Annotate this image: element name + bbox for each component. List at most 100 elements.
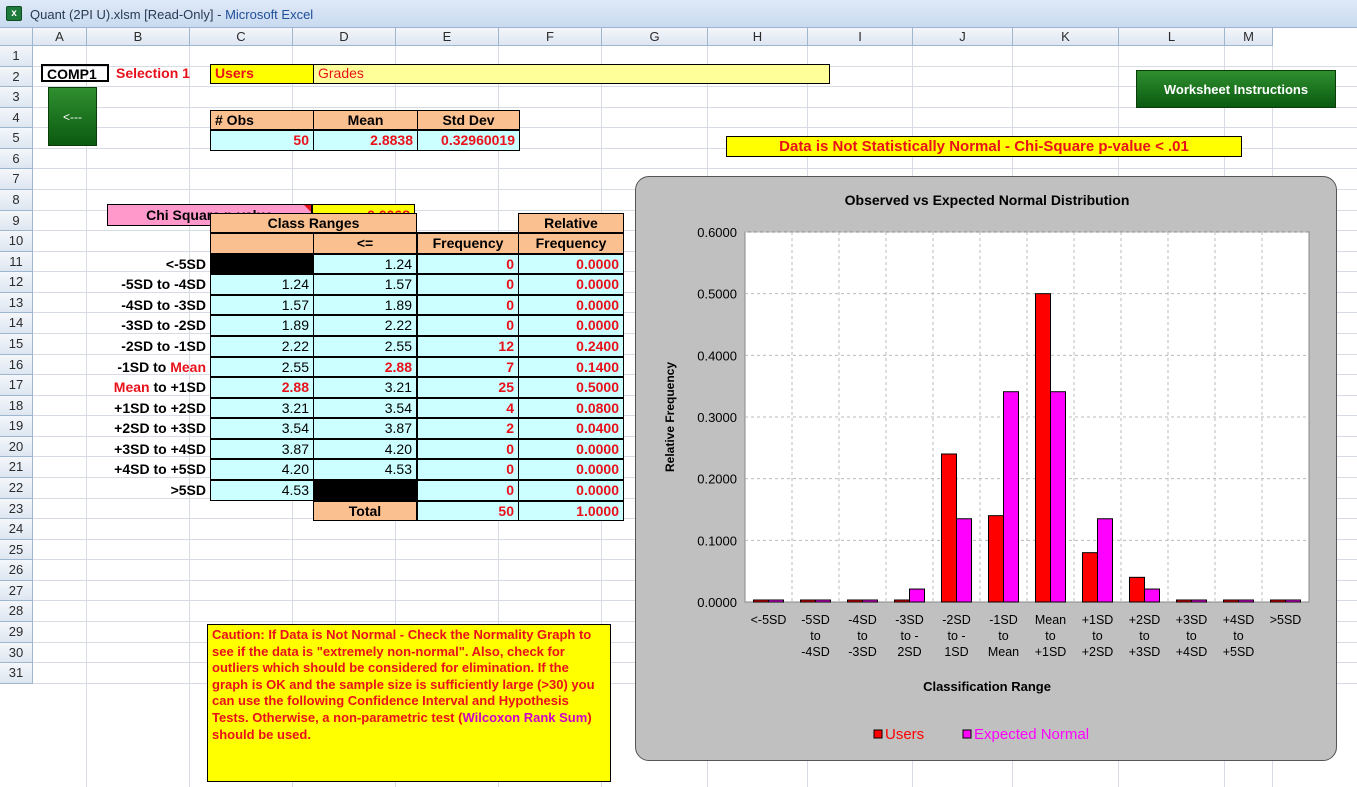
row-header[interactable]: 2 [0, 66, 33, 88]
chart-area[interactable]: Observed vs Expected Normal Distribution… [635, 176, 1337, 761]
lower-bound[interactable]: 3.21 [210, 397, 314, 419]
upper-bound[interactable] [313, 479, 417, 501]
row-header[interactable]: 22 [0, 477, 33, 499]
frequency-value[interactable]: 7 [417, 356, 519, 378]
row-header[interactable]: 17 [0, 375, 33, 396]
row-header[interactable]: 4 [0, 107, 33, 129]
row-header[interactable]: 21 [0, 457, 33, 478]
frequency-value[interactable]: 0 [417, 253, 519, 275]
selection-cell[interactable]: Selection 1 [112, 65, 212, 82]
lower-bound[interactable] [210, 253, 314, 275]
relative-frequency-value[interactable]: 0.0000 [518, 253, 624, 275]
relative-frequency-value[interactable]: 0.0000 [518, 459, 624, 480]
row-header[interactable]: 14 [0, 313, 33, 334]
upper-bound[interactable]: 4.20 [313, 438, 417, 460]
worksheet-instructions-button[interactable]: Worksheet Instructions [1136, 70, 1336, 108]
relative-frequency-value[interactable]: 0.0400 [518, 418, 624, 439]
lower-bound[interactable]: 1.89 [210, 315, 314, 336]
upper-bound[interactable]: 3.21 [313, 377, 417, 398]
grades-cell[interactable]: Grades [313, 64, 830, 84]
row-header[interactable]: 15 [0, 333, 33, 355]
mean-value[interactable]: 2.8838 [313, 130, 418, 151]
column-header[interactable]: B [87, 28, 190, 46]
upper-bound[interactable]: 2.55 [313, 335, 417, 357]
lower-bound[interactable]: 2.55 [210, 356, 314, 378]
column-header[interactable]: M [1225, 28, 1273, 46]
row-header[interactable]: 3 [0, 87, 33, 108]
relative-frequency-value[interactable]: 0.0800 [518, 397, 624, 419]
std-value[interactable]: 0.32960019 [417, 130, 520, 151]
column-header[interactable]: K [1013, 28, 1119, 46]
frequency-value[interactable]: 4 [417, 397, 519, 419]
upper-bound[interactable]: 3.87 [313, 418, 417, 439]
row-header[interactable]: 31 [0, 663, 33, 684]
upper-bound[interactable]: 1.24 [313, 253, 417, 275]
frequency-value[interactable]: 25 [417, 377, 519, 398]
wilcoxon-link[interactable]: Wilcoxon Rank Sum [462, 710, 587, 725]
comp-cell[interactable]: COMP1 [41, 64, 109, 82]
row-header[interactable]: 16 [0, 354, 33, 376]
frequency-value[interactable]: 0 [417, 479, 519, 501]
column-header[interactable]: J [913, 28, 1013, 46]
upper-bound[interactable]: 1.57 [313, 274, 417, 295]
row-header[interactable]: 26 [0, 560, 33, 581]
relative-frequency-value[interactable]: 0.0000 [518, 294, 624, 316]
frequency-value[interactable]: 2 [417, 418, 519, 439]
upper-bound[interactable]: 4.53 [313, 459, 417, 480]
upper-bound[interactable]: 1.89 [313, 294, 417, 316]
frequency-value[interactable]: 0 [417, 315, 519, 336]
column-header[interactable]: L [1119, 28, 1225, 46]
frequency-value[interactable]: 0 [417, 294, 519, 316]
lower-bound[interactable]: 1.57 [210, 294, 314, 316]
column-header[interactable]: F [499, 28, 602, 46]
row-header[interactable]: 12 [0, 272, 33, 293]
row-header[interactable]: 13 [0, 292, 33, 314]
row-header[interactable]: 5 [0, 128, 33, 149]
lower-bound[interactable]: 4.53 [210, 479, 314, 501]
row-header[interactable]: 30 [0, 642, 33, 664]
relative-frequency-value[interactable]: 0.2400 [518, 335, 624, 357]
row-header[interactable]: 7 [0, 169, 33, 190]
lower-bound[interactable]: 2.88 [210, 377, 314, 398]
frequency-value[interactable]: 0 [417, 438, 519, 460]
lower-bound[interactable]: 4.20 [210, 459, 314, 480]
row-header[interactable]: 29 [0, 621, 33, 643]
frequency-value[interactable]: 0 [417, 459, 519, 480]
lower-bound[interactable]: 1.24 [210, 274, 314, 295]
row-header[interactable]: 27 [0, 580, 33, 602]
upper-bound[interactable]: 2.22 [313, 315, 417, 336]
column-header[interactable]: A [33, 28, 87, 46]
lower-bound[interactable]: 2.22 [210, 335, 314, 357]
row-header[interactable]: 20 [0, 436, 33, 458]
relative-frequency-value[interactable]: 0.0000 [518, 479, 624, 501]
row-header[interactable]: 9 [0, 210, 33, 232]
upper-bound[interactable]: 2.88 [313, 356, 417, 378]
obs-value[interactable]: 50 [210, 130, 314, 151]
select-all-corner[interactable] [0, 28, 33, 46]
column-header[interactable]: G [602, 28, 708, 46]
column-header[interactable]: I [808, 28, 913, 46]
lower-bound[interactable]: 3.87 [210, 438, 314, 460]
row-header[interactable]: 18 [0, 395, 33, 417]
row-header[interactable]: 23 [0, 498, 33, 520]
row-header[interactable]: 1 [0, 46, 33, 67]
relative-frequency-value[interactable]: 0.5000 [518, 377, 624, 398]
relative-frequency-value[interactable]: 0.1400 [518, 356, 624, 378]
row-header[interactable]: 28 [0, 601, 33, 622]
row-header[interactable]: 19 [0, 416, 33, 437]
relative-frequency-value[interactable]: 0.0000 [518, 315, 624, 336]
frequency-value[interactable]: 0 [417, 274, 519, 295]
users-cell[interactable]: Users [210, 64, 314, 84]
frequency-value[interactable]: 12 [417, 335, 519, 357]
column-header[interactable]: D [293, 28, 396, 46]
column-header[interactable]: E [396, 28, 499, 46]
row-header[interactable]: 24 [0, 519, 33, 540]
row-header[interactable]: 8 [0, 189, 33, 211]
lower-bound[interactable]: 3.54 [210, 418, 314, 439]
column-header[interactable]: C [190, 28, 293, 46]
row-header[interactable]: 6 [0, 148, 33, 170]
column-header[interactable]: H [708, 28, 808, 46]
row-header[interactable]: 11 [0, 251, 33, 273]
row-header[interactable]: 25 [0, 539, 33, 561]
back-button[interactable]: <--- [48, 87, 97, 146]
